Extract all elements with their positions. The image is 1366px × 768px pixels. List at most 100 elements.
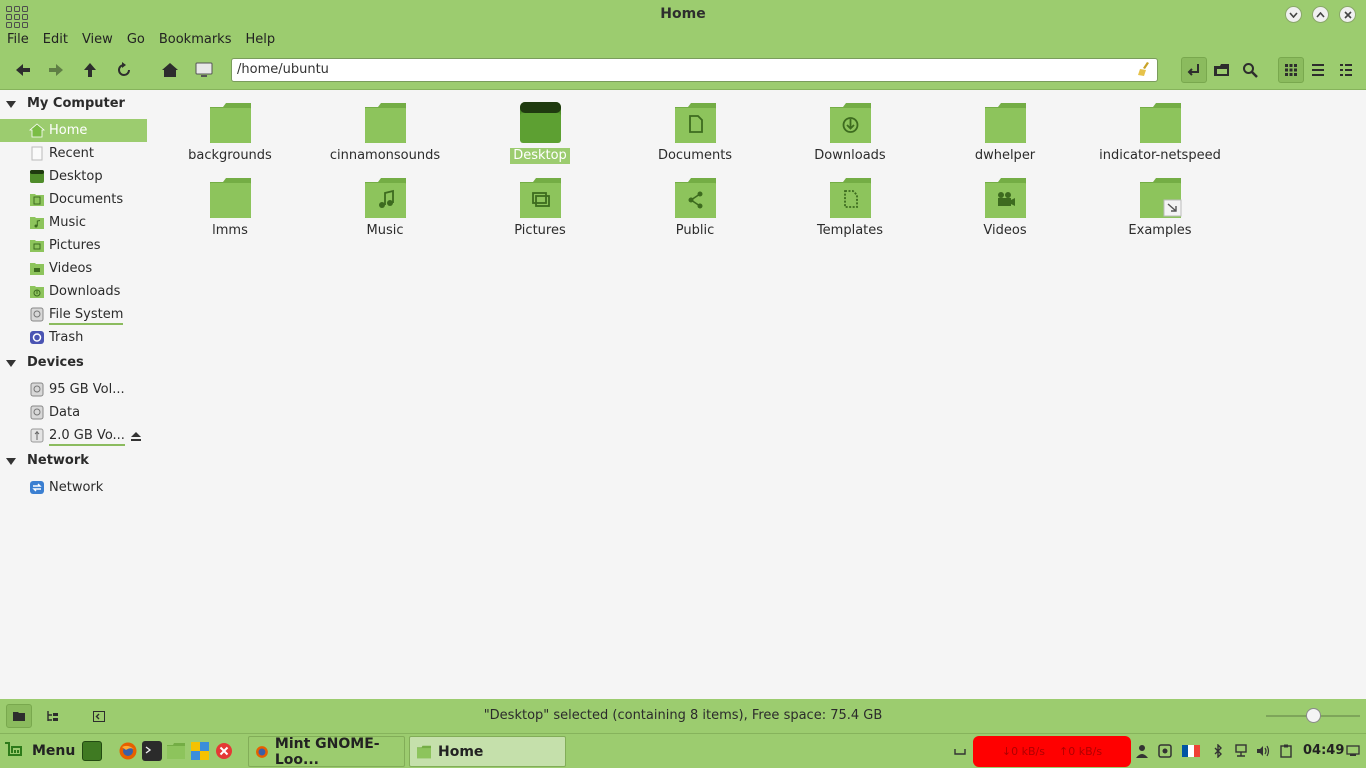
sidebar-item-label: Recent [49,146,94,161]
computer-button[interactable] [191,57,217,83]
compact-view-button[interactable] [1333,57,1359,83]
screenshot-icon[interactable] [1157,743,1173,759]
sidebar-section-network[interactable]: Network [0,450,147,472]
clock[interactable]: 04:49 [1303,743,1344,758]
sidebar-item-desktop[interactable]: Desktop [0,165,147,188]
sidebar-item-data[interactable]: Data [0,401,147,424]
home-button[interactable] [157,57,183,83]
file-item-desktop[interactable]: Desktop [465,101,615,164]
expander-triangle-icon[interactable] [6,101,16,108]
sidebar-item-music[interactable]: Music [0,211,147,234]
open-in-terminal-button[interactable] [1209,57,1235,83]
sidebar-section-devices[interactable]: Devices [0,352,147,374]
file-item-music[interactable]: Music [310,176,460,239]
user-icon[interactable] [1134,743,1150,759]
forward-arrow-icon [49,64,63,76]
folder-icon [364,101,407,144]
file-item-pictures[interactable]: Pictures [465,176,615,239]
file-label: Music [366,223,404,238]
sidebar-item-file-system[interactable]: File System [0,303,147,326]
sidebar-item-95gb-volume[interactable]: 95 GB Vol... [0,378,147,401]
menu-help[interactable]: Help [245,31,275,51]
folder-icon [209,101,252,144]
file-label: Templates [816,223,884,238]
file-item-indicator-netspeed[interactable]: indicator-netspeed [1085,101,1235,164]
back-button[interactable] [10,57,36,83]
clear-location-icon[interactable] [1137,61,1151,85]
path-toggle-icon [1187,64,1199,76]
reload-button[interactable] [111,57,137,83]
file-item-public[interactable]: Public [620,176,770,239]
list-view-button[interactable] [1305,57,1331,83]
show-desktop-icon[interactable] [82,741,102,761]
location-path: /home/ubuntu [237,62,329,77]
firefox-icon [256,745,268,758]
clipboard-icon[interactable] [1278,743,1294,759]
close-button[interactable] [1339,6,1356,23]
volume-icon[interactable] [1255,743,1271,759]
french-flag-icon[interactable] [1181,743,1201,759]
desktop-icon [519,101,562,144]
file-item-lmms[interactable]: lmms [155,176,305,239]
task-firefox-window[interactable]: Mint GNOME-Loo... [248,736,405,768]
bluetooth-icon[interactable] [1210,743,1226,759]
file-view[interactable]: backgrounds cinnamonsounds Desktop Docum… [147,90,1366,699]
expander-triangle-icon[interactable] [6,458,16,465]
workspace-switcher-icon[interactable] [1345,743,1361,759]
start-menu-button[interactable]: Menu [4,740,75,762]
zoom-slider-handle[interactable] [1306,708,1321,723]
menu-bookmarks[interactable]: Bookmarks [159,31,232,51]
taskbar: Menu Mint GNOME-Loo... Home ↓0 kB/s ↑0 k… [0,733,1366,768]
files-icon[interactable] [166,741,186,761]
software-center-icon[interactable] [190,741,210,761]
sidebar-item-home[interactable]: Home [0,119,147,142]
sidebar-item-pictures[interactable]: Pictures [0,234,147,257]
up-button[interactable] [77,57,103,83]
file-item-cinnamonsounds[interactable]: cinnamonsounds [310,101,460,164]
task-home-window[interactable]: Home [409,736,566,767]
search-button[interactable] [1237,57,1263,83]
maximize-button[interactable] [1312,6,1329,23]
sidebar-section-my-computer[interactable]: My Computer [0,93,147,115]
location-bar[interactable]: /home/ubuntu [231,58,1158,82]
sidebar-item-videos[interactable]: Videos [0,257,147,280]
file-item-videos[interactable]: Videos [930,176,1080,239]
sidebar-item-network[interactable]: Network [0,476,147,499]
downloads-folder-icon [829,101,872,144]
file-item-dwhelper[interactable]: dwhelper [930,101,1080,164]
sidebar-item-label: Downloads [49,284,121,299]
sidebar-item-recent[interactable]: Recent [0,142,147,165]
menu-view[interactable]: View [82,31,113,51]
terminal-icon[interactable] [142,741,162,761]
home-icon [29,123,45,138]
minimize-button[interactable] [1285,6,1302,23]
sidebar-item-trash[interactable]: Trash [0,326,147,349]
file-item-templates[interactable]: Templates [775,176,925,239]
folder-icon [1139,101,1182,144]
network-icon[interactable] [1233,743,1249,759]
icon-view-button[interactable] [1278,57,1304,83]
logout-icon[interactable] [214,741,234,761]
sidebar-item-downloads[interactable]: Downloads [0,280,147,303]
toggle-location-button[interactable] [1181,57,1207,83]
netspeed-indicator[interactable]: ↓0 kB/s ↑0 kB/s [973,736,1131,767]
keyboard-icon[interactable] [952,743,968,759]
templates-folder-icon [829,176,872,219]
expander-triangle-icon[interactable] [6,360,16,367]
sidebar-item-documents[interactable]: Documents [0,188,147,211]
menu-file[interactable]: File [7,31,29,51]
firefox-icon[interactable] [118,741,138,761]
file-item-downloads[interactable]: Downloads [775,101,925,164]
file-item-documents[interactable]: Documents [620,101,770,164]
sidebar-item-label: Trash [49,330,84,345]
eject-icon[interactable] [130,431,142,442]
pictures-folder-icon [519,176,562,219]
sidebar-item-label: File System [49,307,124,325]
menu-go[interactable]: Go [127,31,145,51]
file-item-backgrounds[interactable]: backgrounds [155,101,305,164]
menu-edit[interactable]: Edit [43,31,68,51]
file-item-examples[interactable]: Examples [1085,176,1235,239]
section-title: Network [27,453,89,468]
sidebar-item-2gb-volume[interactable]: 2.0 GB Vo... [0,424,147,447]
forward-button[interactable] [43,57,69,83]
